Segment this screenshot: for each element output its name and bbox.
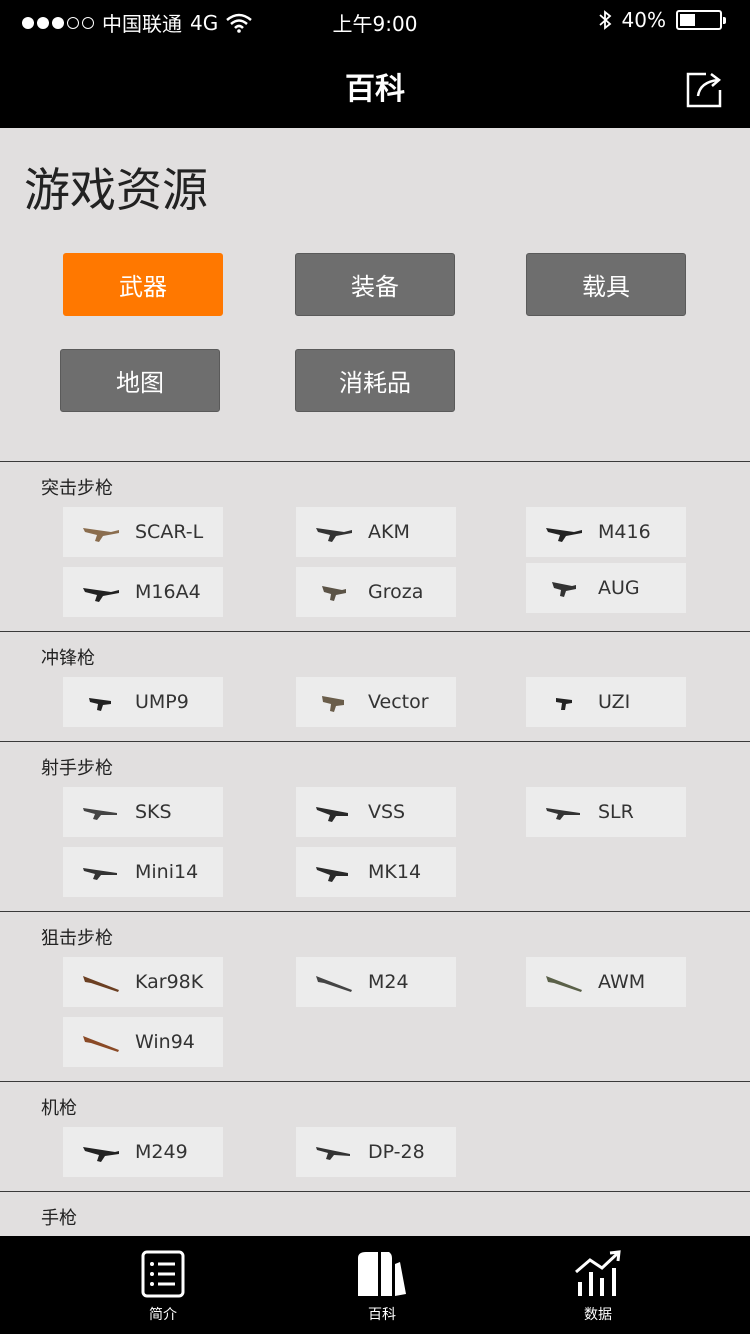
weapon-item-aug[interactable]: AUG <box>526 563 686 613</box>
tab-data[interactable]: 数据 <box>538 1250 658 1324</box>
weapon-name: AKM <box>368 521 410 543</box>
nav-bar: 百科 <box>0 40 750 128</box>
lmg-icon <box>316 1147 350 1160</box>
section-title: 射手步枪 <box>41 758 113 779</box>
weapon-item-mk14[interactable]: MK14 <box>296 847 456 897</box>
category-maps-button[interactable]: 地图 <box>60 349 220 412</box>
category-equipment-button[interactable]: 装备 <box>295 253 455 316</box>
tab-intro[interactable]: 简介 <box>103 1250 223 1324</box>
smg-icon <box>322 696 344 712</box>
list-icon <box>141 1250 185 1298</box>
rifle-icon <box>316 867 348 882</box>
weapon-item-vector[interactable]: Vector <box>296 677 456 727</box>
weapon-name: UZI <box>598 691 631 713</box>
weapon-name: Kar98K <box>135 971 204 993</box>
page-title: 游戏资源 <box>24 163 208 217</box>
weapon-item-mini14[interactable]: Mini14 <box>63 847 223 897</box>
lmg-icon <box>83 1147 119 1162</box>
category-consumables-button[interactable]: 消耗品 <box>295 349 455 412</box>
section-marksman-rifles: 射手步枪 SKS VSS SLR Mini14 MK14 <box>0 741 750 911</box>
category-weapons-button[interactable]: 武器 <box>63 253 223 316</box>
rifle-icon <box>83 868 117 880</box>
category-vehicles-button[interactable]: 载具 <box>526 253 686 316</box>
weapon-item-akm[interactable]: AKM <box>296 507 456 557</box>
weapon-item-m24[interactable]: M24 <box>296 957 456 1007</box>
weapon-name: Win94 <box>135 1031 195 1053</box>
section-title: 狙击步枪 <box>41 928 113 949</box>
weapon-name: VSS <box>368 801 406 823</box>
weapon-item-vss[interactable]: VSS <box>296 787 456 837</box>
section-machine-guns: 机枪 M249 DP-28 <box>0 1081 750 1191</box>
weapon-name: MK14 <box>368 861 422 883</box>
battery-fill <box>680 14 696 26</box>
weapon-item-groza[interactable]: Groza <box>296 567 456 617</box>
section-pistols: 手枪 <box>0 1191 750 1236</box>
smg-icon <box>556 698 572 710</box>
status-bar: 中国联通 4G 上午9:00 40% <box>0 0 750 40</box>
weapon-name: M416 <box>598 521 651 543</box>
rifle-icon <box>546 808 580 820</box>
weapon-item-m249[interactable]: M249 <box>63 1127 223 1177</box>
battery-label: 40% <box>621 8 666 32</box>
weapon-name: Mini14 <box>135 861 199 883</box>
rifle-icon <box>316 807 348 822</box>
weapon-item-slr[interactable]: SLR <box>526 787 686 837</box>
tab-label: 百科 <box>368 1307 396 1323</box>
weapon-name: Vector <box>368 691 429 713</box>
rifle-icon <box>83 808 117 820</box>
weapon-item-uzi[interactable]: UZI <box>526 677 686 727</box>
status-right: 40% <box>598 8 726 32</box>
rifle-icon <box>316 528 352 542</box>
weapon-item-win94[interactable]: Win94 <box>63 1017 223 1067</box>
smg-icon <box>89 698 111 711</box>
weapon-item-dp-28[interactable]: DP-28 <box>296 1127 456 1177</box>
weapon-item-scar-l[interactable]: SCAR-L <box>63 507 223 557</box>
weapon-name: SLR <box>598 801 634 823</box>
weapon-name: M16A4 <box>135 581 201 603</box>
weapon-item-m416[interactable]: M416 <box>526 507 686 557</box>
battery-icon <box>676 10 726 30</box>
weapon-name: UMP9 <box>135 691 189 713</box>
weapon-item-kar98k[interactable]: Kar98K <box>63 957 223 1007</box>
weapon-item-m16a4[interactable]: M16A4 <box>63 567 223 617</box>
weapon-name: AUG <box>598 577 640 599</box>
section-title: 机枪 <box>41 1098 77 1119</box>
sniper-icon <box>83 1036 119 1052</box>
weapon-name: SKS <box>135 801 172 823</box>
section-title: 突击步枪 <box>41 478 113 499</box>
weapon-name: Groza <box>368 581 424 603</box>
chart-icon <box>575 1250 621 1296</box>
rifle-icon <box>552 582 576 597</box>
rifle-icon <box>83 588 119 602</box>
books-icon <box>358 1252 406 1296</box>
share-icon[interactable] <box>684 70 724 110</box>
tab-bar: 简介 百科 数据 <box>0 1236 750 1334</box>
weapon-item-sks[interactable]: SKS <box>63 787 223 837</box>
weapon-name: M24 <box>368 971 409 993</box>
weapon-item-awm[interactable]: AWM <box>526 957 686 1007</box>
bluetooth-icon <box>598 10 611 30</box>
nav-title: 百科 <box>345 72 405 107</box>
tab-encyclopedia[interactable]: 百科 <box>322 1250 442 1324</box>
sniper-icon <box>83 976 119 992</box>
weapon-name: SCAR-L <box>135 521 204 543</box>
section-title: 手枪 <box>41 1208 77 1229</box>
weapon-name: DP-28 <box>368 1141 425 1163</box>
section-smgs: 冲锋枪 UMP9 Vector UZI <box>0 631 750 741</box>
rifle-icon <box>83 528 119 542</box>
rifle-icon <box>546 528 582 542</box>
tab-label: 数据 <box>584 1307 612 1323</box>
tab-label: 简介 <box>149 1307 177 1323</box>
weapon-name: AWM <box>598 971 646 993</box>
sniper-icon <box>546 976 582 992</box>
section-title: 冲锋枪 <box>41 648 95 669</box>
content: 游戏资源 武器 装备 载具 地图 消耗品 突击步枪 SCAR-L AKM M41… <box>0 128 750 1236</box>
sniper-icon <box>316 976 352 992</box>
weapon-name: M249 <box>135 1141 188 1163</box>
rifle-icon <box>322 586 346 601</box>
section-sniper-rifles: 狙击步枪 Kar98K M24 AWM Win94 <box>0 911 750 1081</box>
weapon-item-ump9[interactable]: UMP9 <box>63 677 223 727</box>
section-assault-rifles: 突击步枪 SCAR-L AKM M416 M16A4 Groza AUG <box>0 461 750 631</box>
